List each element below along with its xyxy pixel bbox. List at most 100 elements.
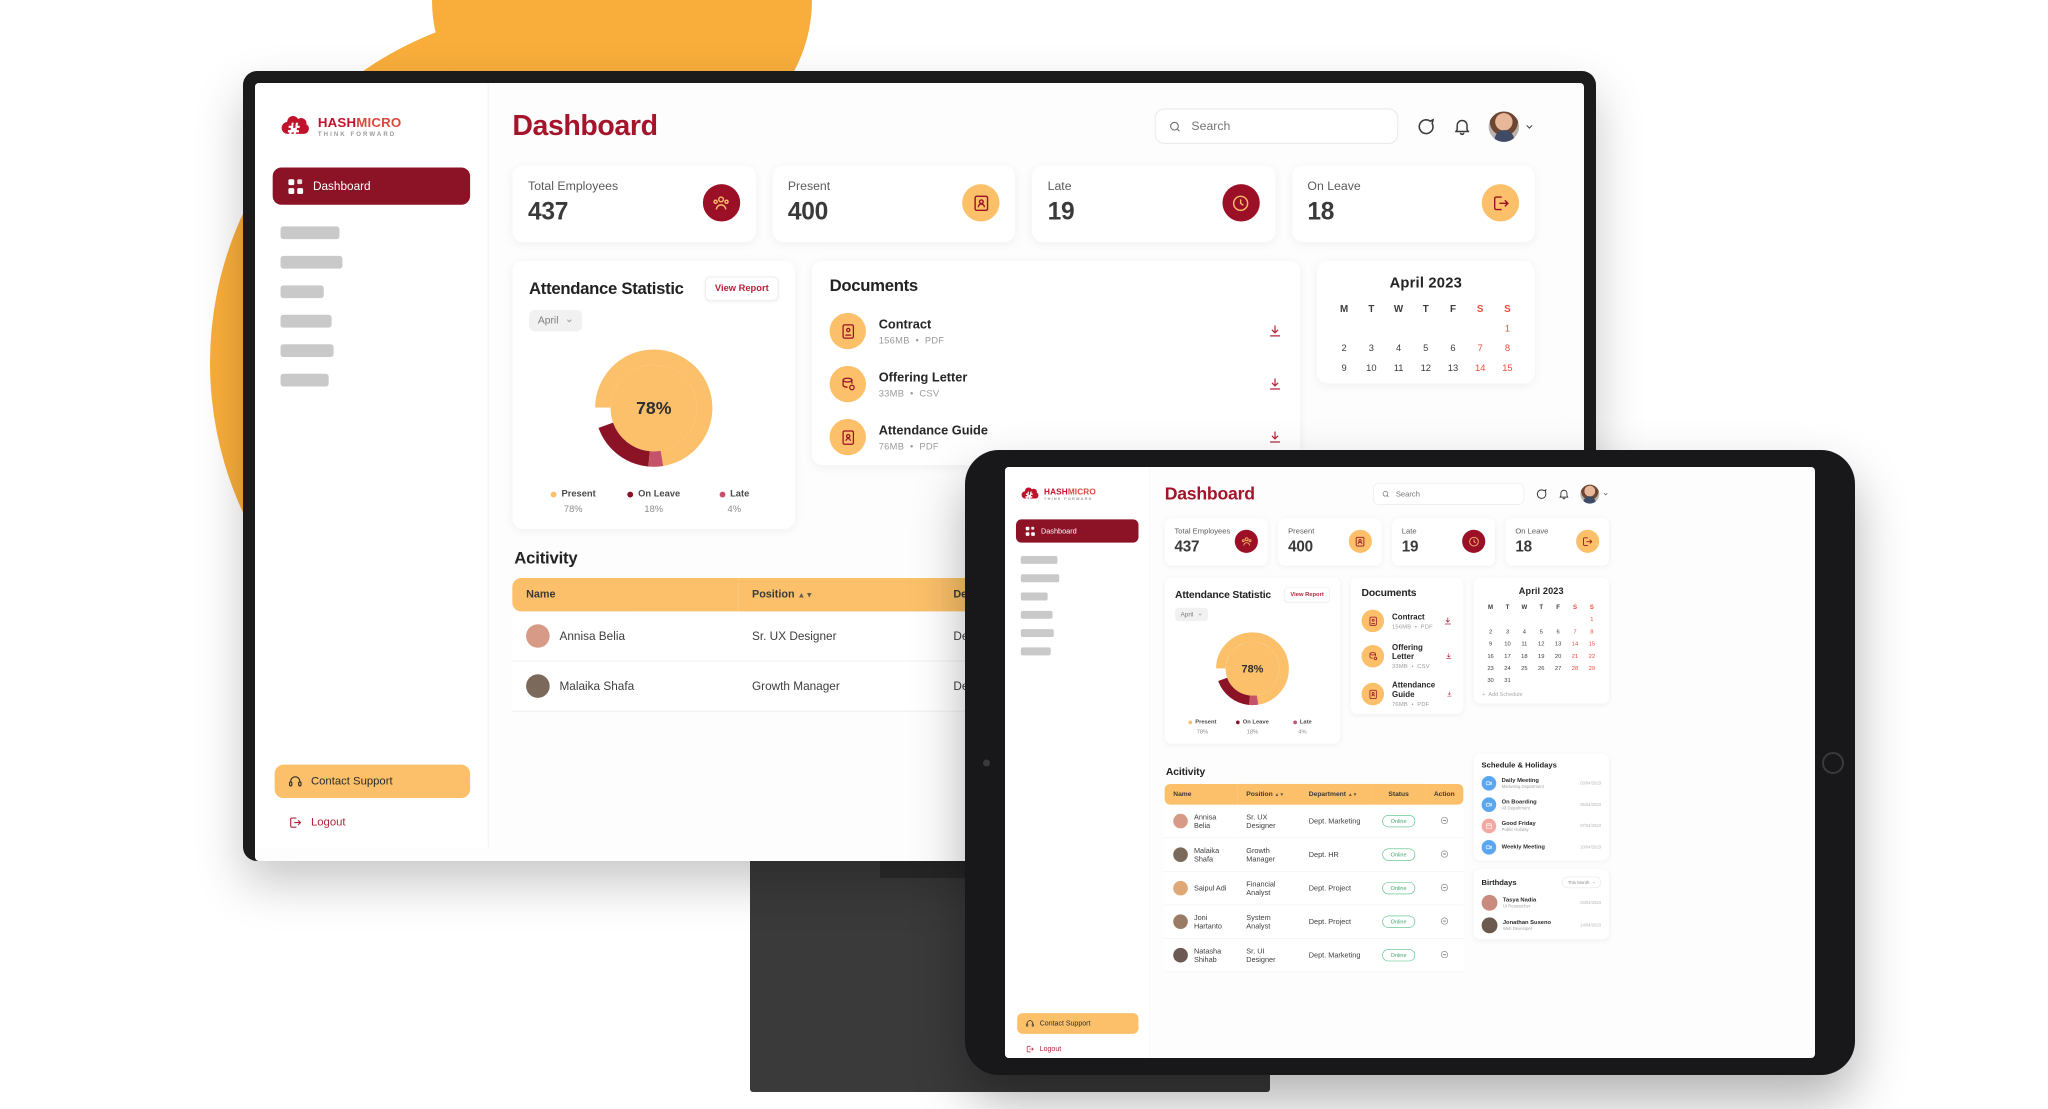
calendar-day[interactable]: 8 (1583, 629, 1600, 636)
calendar-day[interactable]: 6 (1439, 343, 1466, 354)
bell-icon[interactable] (1558, 488, 1570, 500)
stat-card-on-leave[interactable]: On Leave 18 (1291, 165, 1535, 243)
calendar-day[interactable]: 5 (1412, 343, 1439, 354)
document-item[interactable]: Attendance Guide 76MB • PDF (1361, 680, 1453, 708)
download-icon[interactable] (1446, 689, 1452, 698)
calendar-day[interactable]: 2 (1482, 629, 1499, 636)
add-schedule-button[interactable]: + Add Schedule (1482, 691, 1600, 697)
birthday-item[interactable]: Jonathan Suseno Web Developer 14/04/2023 (1481, 917, 1601, 934)
app-logo[interactable]: HASHMICRO THINK FORWARD (1016, 483, 1139, 503)
stat-card-total-employees[interactable]: Total Employees 437 (1164, 518, 1268, 566)
chat-icon[interactable] (1415, 116, 1436, 137)
calendar-day[interactable]: 3 (1499, 629, 1516, 636)
schedule-item[interactable]: Weekly Meeting 10/04/2023 (1481, 840, 1601, 855)
column-header-position[interactable]: Position ▲▼ (1237, 783, 1301, 805)
document-item[interactable]: Contract 156MB • PDF (1361, 609, 1453, 633)
calendar-day[interactable]: 11 (1385, 363, 1412, 374)
column-header-status[interactable]: Status (1371, 783, 1426, 805)
download-icon[interactable] (1443, 616, 1452, 625)
attendance-month-select[interactable]: April (1175, 607, 1208, 622)
column-header-position[interactable]: Position ▲▼ (738, 578, 940, 612)
stat-card-present[interactable]: Present 400 (1278, 518, 1382, 566)
column-header-action[interactable]: Action (1425, 783, 1464, 805)
download-icon[interactable] (1268, 324, 1283, 339)
calendar-day[interactable]: 23 (1482, 665, 1499, 672)
calendar-day[interactable]: 10 (1499, 641, 1516, 648)
calendar-day[interactable]: 7 (1467, 343, 1494, 354)
view-report-button[interactable]: View Report (705, 276, 779, 302)
calendar-day[interactable]: 29 (1583, 665, 1600, 672)
download-icon[interactable] (1445, 652, 1452, 661)
calendar-day[interactable]: 1 (1494, 324, 1521, 335)
more-action-icon[interactable] (1440, 883, 1449, 892)
calendar-day[interactable]: 4 (1516, 629, 1533, 636)
column-header-department[interactable]: Department▲▼ (1300, 783, 1372, 805)
schedule-item[interactable]: Daily Meeting Marketing Department 03/04/… (1481, 776, 1601, 791)
calendar-day[interactable]: 30 (1482, 677, 1499, 684)
calendar-day[interactable]: 2 (1331, 343, 1358, 354)
calendar-day[interactable]: 16 (1482, 653, 1499, 660)
calendar-day[interactable]: 5 (1533, 629, 1550, 636)
calendar-day[interactable]: 17 (1499, 653, 1516, 660)
calendar-day[interactable]: 13 (1550, 641, 1567, 648)
column-header-name[interactable]: Name (512, 578, 739, 612)
contact-support-button[interactable]: Contact Support (274, 764, 471, 799)
download-icon[interactable] (1268, 430, 1283, 445)
calendar-day[interactable]: 13 (1439, 363, 1466, 374)
logout-button[interactable]: Logout (275, 816, 470, 830)
calendar-day[interactable]: 20 (1550, 653, 1567, 660)
calendar-day[interactable]: 12 (1533, 641, 1550, 648)
document-item[interactable]: Offering Letter 33MB • CSV (1361, 643, 1453, 670)
stat-card-late[interactable]: Late 19 (1391, 518, 1496, 566)
chat-icon[interactable] (1535, 487, 1548, 500)
search-box[interactable] (1154, 108, 1399, 144)
birthday-item[interactable]: Tasya Nadia UI Researcher 03/04/2023 (1481, 894, 1601, 911)
app-logo[interactable]: HASHMICRO THINK FORWARD (273, 109, 470, 140)
contact-support-button[interactable]: Contact Support (1017, 1013, 1139, 1034)
attendance-month-select[interactable]: April (529, 309, 583, 332)
table-row[interactable]: Malaika Shafa Growth Manager Dept. HR On… (1164, 837, 1464, 872)
column-header-name[interactable]: Name (1164, 783, 1238, 805)
document-item[interactable]: Contract 156MB • PDF (829, 312, 1283, 350)
table-row[interactable]: Annisa Belia Sr. UX Designer Dept. Marke… (1164, 804, 1464, 839)
calendar-day[interactable]: 26 (1533, 665, 1550, 672)
schedule-item[interactable]: On Boarding All Department 05/04/2023 (1481, 797, 1601, 812)
schedule-item[interactable]: Good Friday Public Holiday 07/04/2023 (1481, 818, 1601, 834)
more-action-icon[interactable] (1440, 917, 1449, 926)
view-report-button[interactable]: View Report (1284, 587, 1330, 603)
calendar-day[interactable]: 7 (1567, 629, 1584, 636)
calendar-day[interactable]: 31 (1499, 677, 1516, 684)
calendar-day[interactable]: 21 (1567, 653, 1584, 660)
calendar-day[interactable]: 12 (1412, 363, 1439, 374)
calendar-day[interactable]: 22 (1583, 653, 1600, 660)
calendar-day[interactable]: 4 (1385, 343, 1412, 354)
logout-button[interactable]: Logout (1017, 1045, 1138, 1054)
sidebar-item-dashboard[interactable]: Dashboard (272, 167, 471, 205)
table-row[interactable]: Saipul Adi Financial Analyst Dept. Proje… (1164, 871, 1464, 906)
calendar-day[interactable]: 9 (1331, 363, 1358, 374)
document-item[interactable]: Offering Letter 33MB • CSV (829, 365, 1283, 403)
birthdays-filter-select[interactable]: This Month (1562, 876, 1601, 889)
search-input[interactable] (1395, 489, 1516, 499)
sidebar-item-dashboard[interactable]: Dashboard (1015, 519, 1139, 543)
more-action-icon[interactable] (1440, 816, 1449, 825)
calendar-day[interactable]: 18 (1516, 653, 1533, 660)
calendar-day[interactable]: 6 (1550, 629, 1567, 636)
more-action-icon[interactable] (1440, 849, 1449, 858)
download-icon[interactable] (1268, 377, 1283, 392)
calendar-day[interactable]: 27 (1550, 665, 1567, 672)
calendar-day[interactable]: 15 (1494, 363, 1521, 374)
calendar-day[interactable]: 3 (1358, 343, 1385, 354)
user-menu[interactable] (1580, 484, 1609, 504)
calendar-day[interactable]: 11 (1516, 641, 1533, 648)
stat-card-on-leave[interactable]: On Leave 18 (1505, 518, 1609, 566)
calendar-day[interactable]: 15 (1583, 641, 1600, 648)
calendar-day[interactable]: 10 (1358, 363, 1385, 374)
bell-icon[interactable] (1452, 116, 1472, 136)
more-action-icon[interactable] (1440, 950, 1449, 959)
calendar-day[interactable]: 14 (1567, 641, 1584, 648)
calendar-day[interactable]: 1 (1583, 616, 1600, 623)
calendar-day[interactable]: 28 (1567, 665, 1584, 672)
calendar-day[interactable]: 14 (1467, 363, 1494, 374)
table-row[interactable]: Joni Hartanto System Analyst Dept. Proje… (1164, 904, 1464, 939)
